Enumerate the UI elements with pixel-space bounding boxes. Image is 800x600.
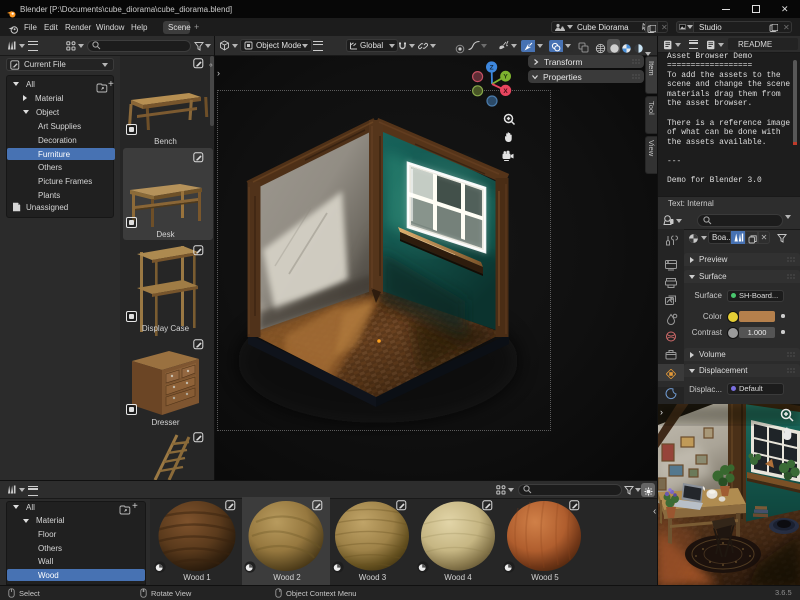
svg-text:Z: Z: [490, 64, 494, 71]
svg-text:X: X: [503, 88, 508, 95]
svg-text:Y: Y: [503, 74, 508, 81]
